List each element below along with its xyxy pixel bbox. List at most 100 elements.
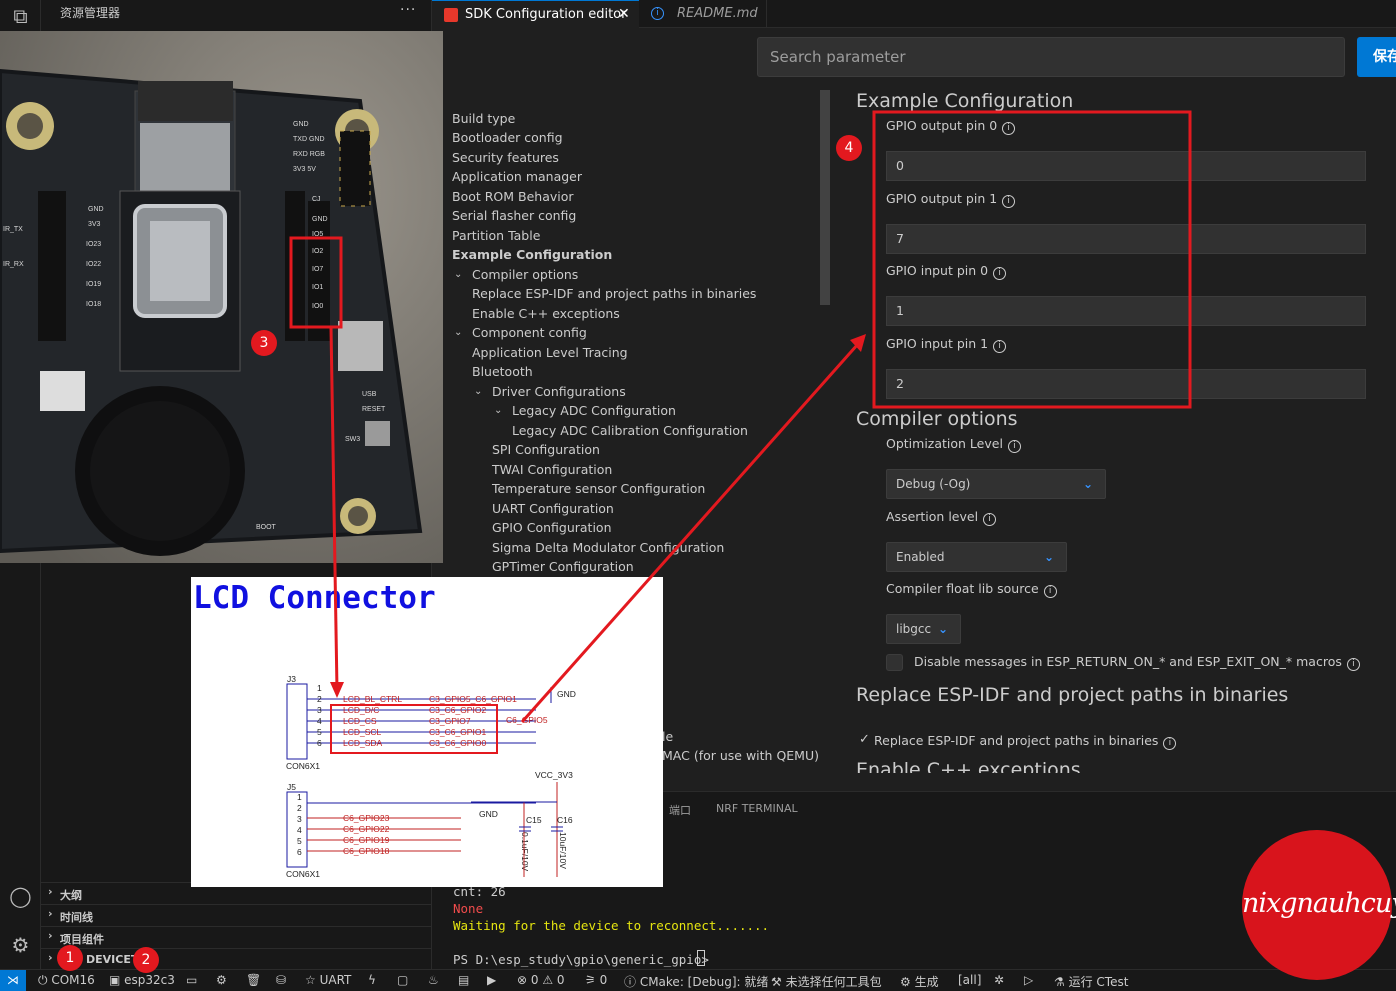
info-icon[interactable]: i (983, 513, 997, 526)
status-cmake[interactable]: ⓘ CMake: [Debug]: 就绪 (624, 973, 768, 990)
close-icon[interactable]: ✕ (618, 1, 630, 28)
tree-item[interactable]: Temperature sensor Configuration (492, 481, 705, 496)
trash-icon[interactable]: 🗑 (246, 973, 261, 987)
gpio-pin-input[interactable]: 7 (886, 223, 1366, 254)
status-ports[interactable]: ⚞ 0 (585, 973, 607, 987)
gpio-pin-input[interactable]: 1 (886, 296, 1366, 326)
info-icon[interactable]: i (1043, 585, 1057, 598)
tab-sdk-configuration-editor[interactable]: SDK Configuration editor ✕ (432, 0, 639, 28)
tree-item[interactable]: Component config (472, 325, 587, 340)
tree-item[interactable]: Replace ESP-IDF and project paths in bin… (472, 286, 756, 301)
tree-item-partial[interactable]: le (662, 729, 673, 744)
tree-scrollbar[interactable] (820, 90, 830, 305)
status-uart[interactable]: ☆ UART (305, 973, 351, 987)
annotation-badge-2: 2 (133, 947, 159, 973)
gpio-pin-input[interactable]: 2 (886, 368, 1366, 399)
status-com-port[interactable]: ⏻ COM16 (38, 973, 95, 988)
tree-item[interactable]: SPI Configuration (492, 442, 600, 457)
status-ctest[interactable]: ⚗ 运行 CTest (1054, 973, 1128, 990)
svg-text:IO2: IO2 (312, 248, 323, 255)
float-lib-select[interactable]: libgcc ⌄ (886, 614, 961, 644)
gpio-field-label: GPIO output pin 1i (886, 191, 1016, 208)
monitor-icon[interactable]: ▢ (397, 973, 408, 987)
optimization-level-select[interactable]: Debug (-Og) ⌄ (886, 469, 1106, 499)
terminal-line: PS D:\esp_study\gpio\generic_gpio> (453, 952, 717, 967)
tree-item[interactable]: Boot ROM Behavior (452, 189, 574, 204)
chevron-down-icon[interactable]: ⌄ (454, 269, 462, 280)
tree-item[interactable]: Serial flasher config (452, 208, 576, 223)
schematic-net-label: LCD_D/C (343, 705, 380, 715)
sidebar-section-project-components[interactable]: › 项目组件 (41, 926, 431, 948)
panel-tab-nrf-terminal[interactable]: NRF TERMINAL (716, 802, 798, 815)
save-button[interactable]: 保存 (1357, 37, 1396, 77)
section-title-compiler: Compiler options (856, 408, 1018, 430)
gpio-field-label: GPIO input pin 1i (886, 336, 1007, 353)
database-icon[interactable]: ⛁ (276, 973, 286, 987)
svg-text:GND: GND (293, 121, 309, 128)
run-icon[interactable]: ▶ (487, 973, 496, 987)
info-icon[interactable]: i (1002, 122, 1016, 135)
tree-item[interactable]: Enable C++ exceptions (472, 306, 620, 321)
play-icon[interactable]: ▷ (1024, 973, 1033, 987)
tree-item[interactable]: UART Configuration (492, 501, 614, 516)
espressif-icon (444, 8, 458, 22)
explorer-icon[interactable]: ⧉ (8, 4, 33, 29)
flame-icon[interactable]: ♨ (428, 973, 439, 987)
tree-item[interactable]: Application Level Tracing (472, 345, 628, 360)
svg-text:GND: GND (312, 216, 328, 223)
tree-item[interactable]: Bootloader config (452, 130, 563, 145)
search-parameter-input[interactable]: Search parameter (757, 37, 1345, 77)
gpio-pin-input[interactable]: 0 (886, 151, 1366, 181)
tree-item[interactable]: GPIO Configuration (492, 520, 612, 535)
settings-gear-icon[interactable]: ⚙ (8, 933, 33, 958)
chevron-down-icon[interactable]: ⌄ (454, 327, 462, 338)
disable-messages-checkbox[interactable] (886, 654, 903, 671)
info-icon[interactable]: i (993, 267, 1007, 280)
tree-item[interactable]: Driver Configurations (492, 384, 626, 399)
info-icon[interactable]: i (1002, 194, 1016, 208)
tree-item[interactable]: Legacy ADC Calibration Configuration (512, 423, 748, 438)
flash-icon[interactable]: ϟ (368, 973, 376, 987)
remote-indicator-icon[interactable]: ⋊ (0, 970, 26, 991)
schematic-net-label: 2 (297, 803, 302, 813)
status-kit[interactable]: ⚒ 未选择任何工具包 (771, 973, 882, 990)
folder-icon[interactable]: ▭ (186, 973, 197, 987)
tree-item-partial[interactable]: MAC (for use with QEMU) (662, 748, 819, 763)
sidebar-section-timeline[interactable]: › 时间线 (41, 904, 431, 926)
chevron-down-icon[interactable]: ⌄ (494, 405, 502, 416)
status-target-all[interactable]: [all] (958, 973, 981, 987)
section-title-cpp-exceptions: Enable C++ exceptions (856, 759, 1081, 773)
schematic-net-label: 6 (297, 847, 302, 857)
info-icon[interactable]: i (1007, 440, 1021, 453)
info-icon[interactable]: i (993, 339, 1007, 353)
info-icon[interactable]: i (1346, 658, 1360, 671)
schematic-net-label: 5 (317, 727, 322, 737)
tree-item[interactable]: Sigma Delta Modulator Configuration (492, 540, 724, 555)
status-target[interactable]: ▣ esp32c3 (109, 973, 175, 987)
account-icon[interactable]: ◯ (8, 884, 33, 909)
tree-item[interactable]: Build type (452, 111, 515, 126)
status-problems[interactable]: ⊗ 0 ⚠ 0 (517, 973, 565, 987)
info-icon[interactable]: i (1163, 737, 1177, 750)
tree-item[interactable]: Bluetooth (472, 364, 533, 379)
chevron-down-icon[interactable]: ⌄ (474, 386, 482, 397)
panel-tab-ports[interactable]: 端口 (669, 802, 691, 818)
tree-item[interactable]: TWAI Configuration (492, 462, 612, 477)
sidebar-section-devicetree[interactable]: › DEVICETR (41, 948, 431, 970)
schematic-net-label: LCD_SCL (343, 727, 382, 737)
tree-item[interactable]: Compiler options (472, 267, 578, 282)
tree-item[interactable]: Application manager (452, 169, 582, 184)
assertion-level-select[interactable]: Enabled ⌄ (886, 542, 1067, 572)
clipboard-icon[interactable]: ▤ (458, 973, 469, 987)
status-build[interactable]: ⚙ 生成 (900, 973, 939, 990)
tab-readme[interactable]: i README.md (639, 0, 767, 28)
debug-icon[interactable]: ✲ (994, 973, 1004, 987)
replace-paths-checkbox[interactable]: ✓ (856, 732, 873, 749)
tree-item[interactable]: Security features (452, 150, 559, 165)
tree-item[interactable]: Partition Table (452, 228, 540, 243)
tree-item[interactable]: GPTimer Configuration (492, 559, 634, 574)
tree-item[interactable]: Example Configuration (452, 247, 612, 262)
tree-item[interactable]: Legacy ADC Configuration (512, 403, 676, 418)
gear-icon[interactable]: ⚙ (216, 973, 227, 987)
more-actions-icon[interactable]: ··· (400, 2, 416, 18)
